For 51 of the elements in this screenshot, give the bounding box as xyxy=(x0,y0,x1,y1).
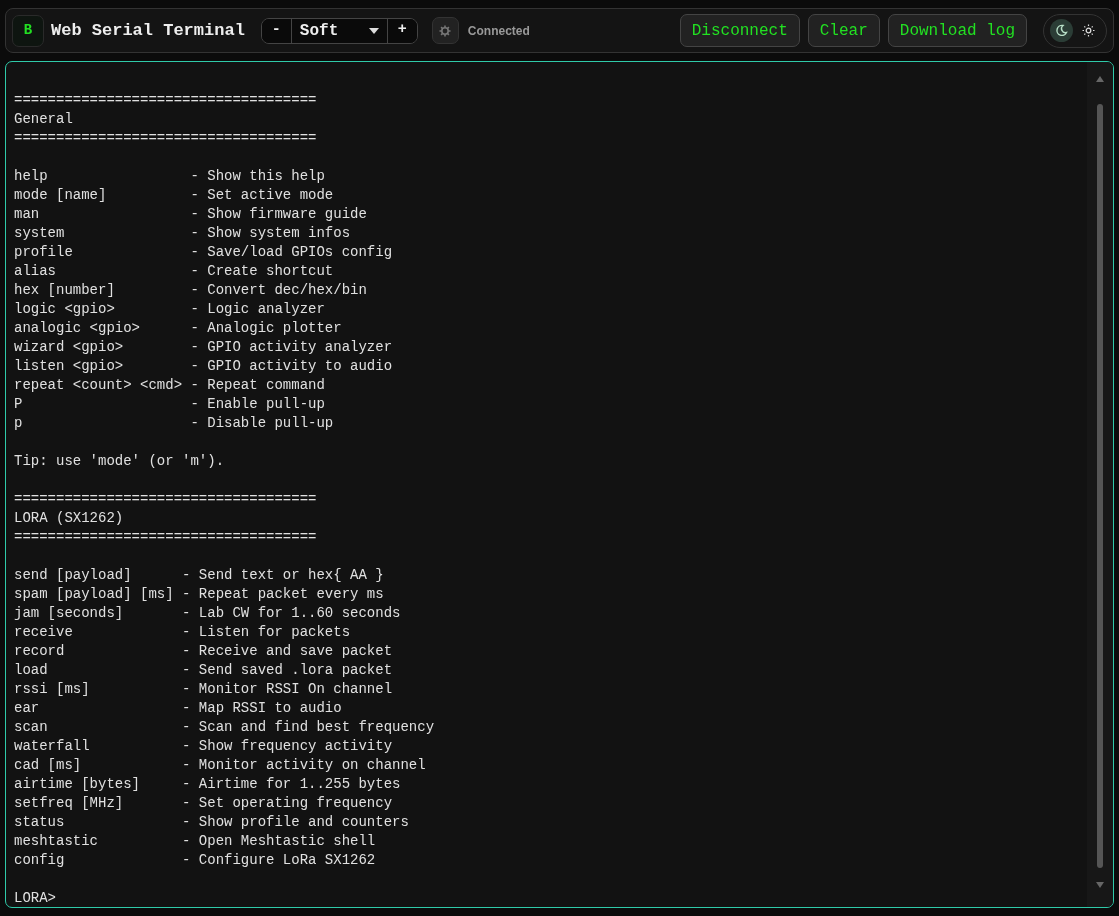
terminal-line: listen <gpio> - GPIO activity to audio xyxy=(14,357,394,376)
terminal-line: ==================================== xyxy=(14,91,318,110)
terminal-line: analogic <gpio> - Analogic plotter xyxy=(14,319,343,338)
app-title: Web Serial Terminal xyxy=(51,19,245,42)
moon-icon xyxy=(1055,24,1068,37)
terminal-line: hex [number] - Convert dec/hex/bin xyxy=(14,281,368,300)
logo: B xyxy=(12,14,44,47)
terminal-line: spam [payload] [ms] - Repeat packet every ms xyxy=(14,585,385,604)
terminal-line: ==================================== xyxy=(14,490,318,509)
toolbar-button[interactable]: Download log xyxy=(887,14,1027,47)
terminal-line: logic <gpio> - Logic analyzer xyxy=(14,300,326,319)
settings-button[interactable] xyxy=(431,17,459,44)
sun-icon xyxy=(1082,24,1095,37)
terminal-line: man - Show firmware guide xyxy=(14,205,368,224)
terminal-line: p - Disable pull-up xyxy=(14,414,335,433)
terminal-line: repeat <count> <cmd> - Repeat command xyxy=(14,376,326,395)
terminal-line: system - Show system infos xyxy=(14,224,352,243)
terminal-line: record - Receive and save packet xyxy=(14,642,394,661)
toolbar-button[interactable]: Disconnect xyxy=(679,14,800,47)
terminal-line: alias - Create shortcut xyxy=(14,262,335,281)
terminal-line: receive - Listen for packets xyxy=(14,623,352,642)
terminal-line: LORA (SX1262) xyxy=(14,509,125,528)
theme-option[interactable] xyxy=(1050,19,1073,42)
connection-status: Connected xyxy=(467,22,530,40)
terminal-line: waterfall - Show frequency activity xyxy=(14,737,394,756)
terminal-line: ==================================== xyxy=(14,129,318,148)
font-select[interactable]: Soft xyxy=(290,18,388,43)
terminal-line: config - Configure LoRa SX1262 xyxy=(14,851,377,870)
terminal-line: wizard <gpio> - GPIO activity analyzer xyxy=(14,338,394,357)
terminal-line: jam [seconds] - Lab CW for 1..60 seconds xyxy=(14,604,402,623)
terminal-line: Tip: use 'mode' (or 'm'). xyxy=(14,452,226,471)
terminal-line: ==================================== xyxy=(14,528,318,547)
settings-icon xyxy=(439,24,452,37)
terminal-line: setfreq [MHz] - Set operating frequency xyxy=(14,794,394,813)
terminal-line: P - Enable pull-up xyxy=(14,395,326,414)
terminal-line: profile - Save/load GPIOs config xyxy=(14,243,394,262)
terminal-line: airtime [bytes] - Airtime for 1..255 bytes xyxy=(14,775,402,794)
terminal-line: help - Show this help xyxy=(14,167,326,186)
terminal-line: meshtastic - Open Meshtastic shell xyxy=(14,832,377,851)
terminal-line: status - Show profile and counters xyxy=(14,813,410,832)
terminal-line: load - Send saved .lora packet xyxy=(14,661,394,680)
toolbar-button[interactable]: Clear xyxy=(807,14,880,47)
terminal-line: mode [name] - Set active mode xyxy=(14,186,335,205)
terminal-line: send [payload] - Send text or hex{ AA } xyxy=(14,566,385,585)
terminal-line: rssi [ms] - Monitor RSSI On channel xyxy=(14,680,394,699)
terminal-line: ear - Map RSSI to audio xyxy=(14,699,343,718)
caret-icon xyxy=(368,27,379,34)
terminal-line: General xyxy=(14,110,74,129)
terminal-line: LORA> xyxy=(14,889,57,907)
terminal-line: scan - Scan and find best frequency xyxy=(14,718,436,737)
terminal-line: cad [ms] - Monitor activity on channel xyxy=(14,756,427,775)
